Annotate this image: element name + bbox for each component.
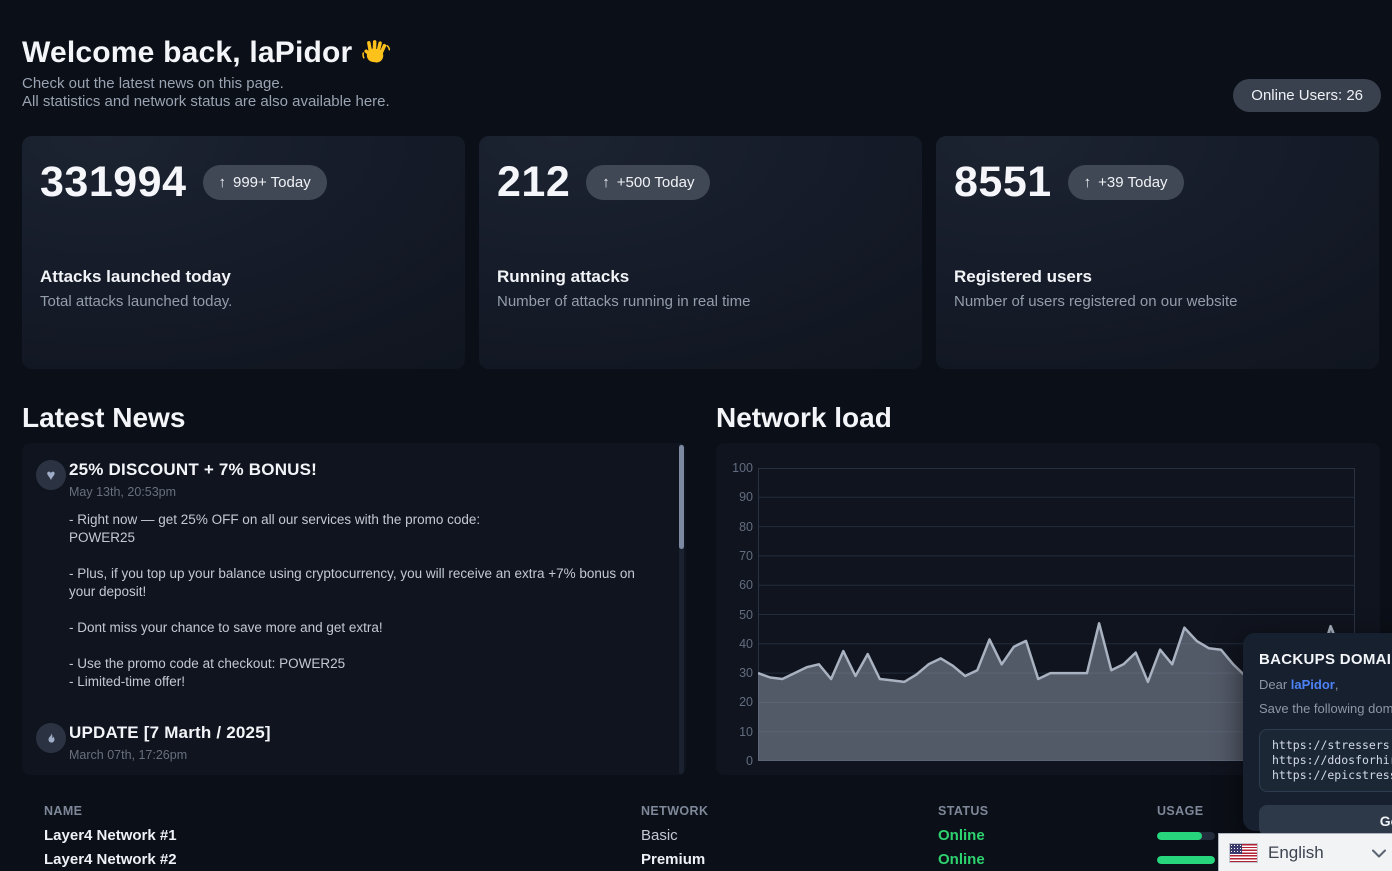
- latest-news-panel: ♥ 25% DISCOUNT + 7% BONUS! May 13th, 20:…: [22, 443, 686, 775]
- stat-card-running-attacks: 212 ↑ +500 Today Running attacks Number o…: [479, 136, 922, 369]
- stat-title: Registered users: [954, 267, 1361, 287]
- column-header-network: NETWORK: [641, 804, 708, 818]
- networks-table: NAME NETWORK STATUS USAGE Layer4 Network…: [44, 804, 1392, 871]
- stat-badge-label: 999+ Today: [233, 174, 311, 191]
- table-row-2-network: Premium: [641, 851, 705, 868]
- stat-subtitle: Number of attacks running in real time: [497, 293, 904, 310]
- subtitle-line-2: All statistics and network status are al…: [22, 93, 390, 111]
- stat-title: Running attacks: [497, 267, 904, 287]
- y-tick-label: 60: [716, 578, 753, 592]
- backups-domains-popup: BACKUPS DOMAINS Dear laPidor, Save the f…: [1243, 633, 1392, 831]
- wave-hand-icon: [361, 37, 393, 69]
- language-selector[interactable]: English: [1218, 833, 1392, 871]
- stat-trend-badge: ↑ 999+ Today: [203, 165, 327, 200]
- y-tick-label: 10: [716, 725, 753, 739]
- language-label: English: [1268, 843, 1324, 863]
- y-tick-label: 30: [716, 666, 753, 680]
- page-subtitle: Check out the latest news on this page. …: [22, 75, 390, 111]
- arrow-up-icon: ↑: [602, 174, 610, 191]
- greeting-prefix: Dear: [1259, 677, 1291, 692]
- stat-trend-badge: ↑ +500 Today: [586, 165, 710, 200]
- y-tick-label: 40: [716, 637, 753, 651]
- y-tick-label: 0: [716, 754, 753, 768]
- news-item-update: UPDATE [7 Marth / 2025] March 07th, 17:2…: [36, 723, 656, 762]
- heart-icon: ♥: [36, 460, 66, 490]
- stat-value: 8551: [954, 158, 1052, 207]
- stat-value: 331994: [40, 158, 187, 207]
- stat-badge-label: +500 Today: [617, 174, 695, 191]
- stat-trend-badge: ↑ +39 Today: [1068, 165, 1184, 200]
- table-row-2-name: Layer4 Network #2: [44, 851, 177, 868]
- stat-badge-label: +39 Today: [1098, 174, 1167, 191]
- online-users-badge: Online Users: 26: [1233, 79, 1381, 112]
- table-row-2-usage-bar: [1157, 851, 1215, 864]
- news-body: - Right now — get 25% OFF on all our ser…: [69, 511, 654, 691]
- news-title: UPDATE [7 Marth / 2025]: [69, 723, 656, 743]
- y-tick-label: 70: [716, 549, 753, 563]
- got-it-button[interactable]: Got it: [1259, 805, 1392, 836]
- column-header-usage: USAGE: [1157, 804, 1203, 818]
- table-row-1-status: Online: [938, 827, 985, 844]
- stat-value: 212: [497, 158, 570, 207]
- news-scrollbar-thumb[interactable]: [679, 445, 684, 549]
- y-tick-label: 20: [716, 695, 753, 709]
- news-item-discount: ♥ 25% DISCOUNT + 7% BONUS! May 13th, 20:…: [36, 460, 656, 691]
- stat-subtitle: Total attacks launched today.: [40, 293, 447, 310]
- arrow-up-icon: ↑: [1084, 174, 1092, 191]
- table-row-1-network: Basic: [641, 827, 678, 844]
- table-row-1-usage-bar: [1157, 827, 1215, 840]
- backup-domains-list: https://stressers.site https://ddosforhi…: [1259, 729, 1392, 792]
- stat-subtitle: Number of users registered on our websit…: [954, 293, 1361, 310]
- stat-card-attacks-launched: 331994 ↑ 999+ Today Attacks launched toda…: [22, 136, 465, 369]
- greeting-suffix: ,: [1335, 677, 1339, 692]
- page-title: Welcome back, laPidor: [22, 36, 390, 70]
- greeting-username: laPidor: [1291, 677, 1335, 692]
- table-row-1-name: Layer4 Network #1: [44, 827, 177, 844]
- stat-title: Attacks launched today: [40, 267, 447, 287]
- news-timestamp: May 13th, 20:53pm: [69, 485, 656, 499]
- popup-title: BACKUPS DOMAINS: [1259, 651, 1392, 668]
- network-load-heading: Network load: [716, 402, 892, 434]
- y-tick-label: 80: [716, 520, 753, 534]
- column-header-status: STATUS: [938, 804, 989, 818]
- column-header-name: NAME: [44, 804, 82, 818]
- y-tick-label: 50: [716, 608, 753, 622]
- chevron-down-icon: [1372, 849, 1386, 858]
- stat-card-registered-users: 8551 ↑ +39 Today Registered users Number …: [936, 136, 1379, 369]
- dashboard-page: Welcome back, laPidor Check out the late…: [0, 0, 1392, 871]
- popup-greeting: Dear laPidor,: [1259, 677, 1392, 692]
- stats-row: 331994 ↑ 999+ Today Attacks launched toda…: [22, 136, 1379, 369]
- arrow-up-icon: ↑: [219, 174, 227, 191]
- news-title: 25% DISCOUNT + 7% BONUS!: [69, 460, 656, 480]
- flame-icon: [36, 723, 66, 753]
- y-tick-label: 90: [716, 490, 753, 504]
- y-tick-label: 100: [716, 461, 753, 475]
- news-timestamp: March 07th, 17:26pm: [69, 748, 656, 762]
- subtitle-line-1: Check out the latest news on this page.: [22, 75, 390, 93]
- us-flag-icon: [1230, 844, 1257, 862]
- table-row-2-status: Online: [938, 851, 985, 868]
- welcome-title: Welcome back, laPidor: [22, 36, 352, 70]
- popup-message: Save the following domains: [1259, 701, 1392, 716]
- chart-y-axis: 1009080706050403020100: [716, 468, 753, 761]
- latest-news-heading: Latest News: [22, 402, 185, 434]
